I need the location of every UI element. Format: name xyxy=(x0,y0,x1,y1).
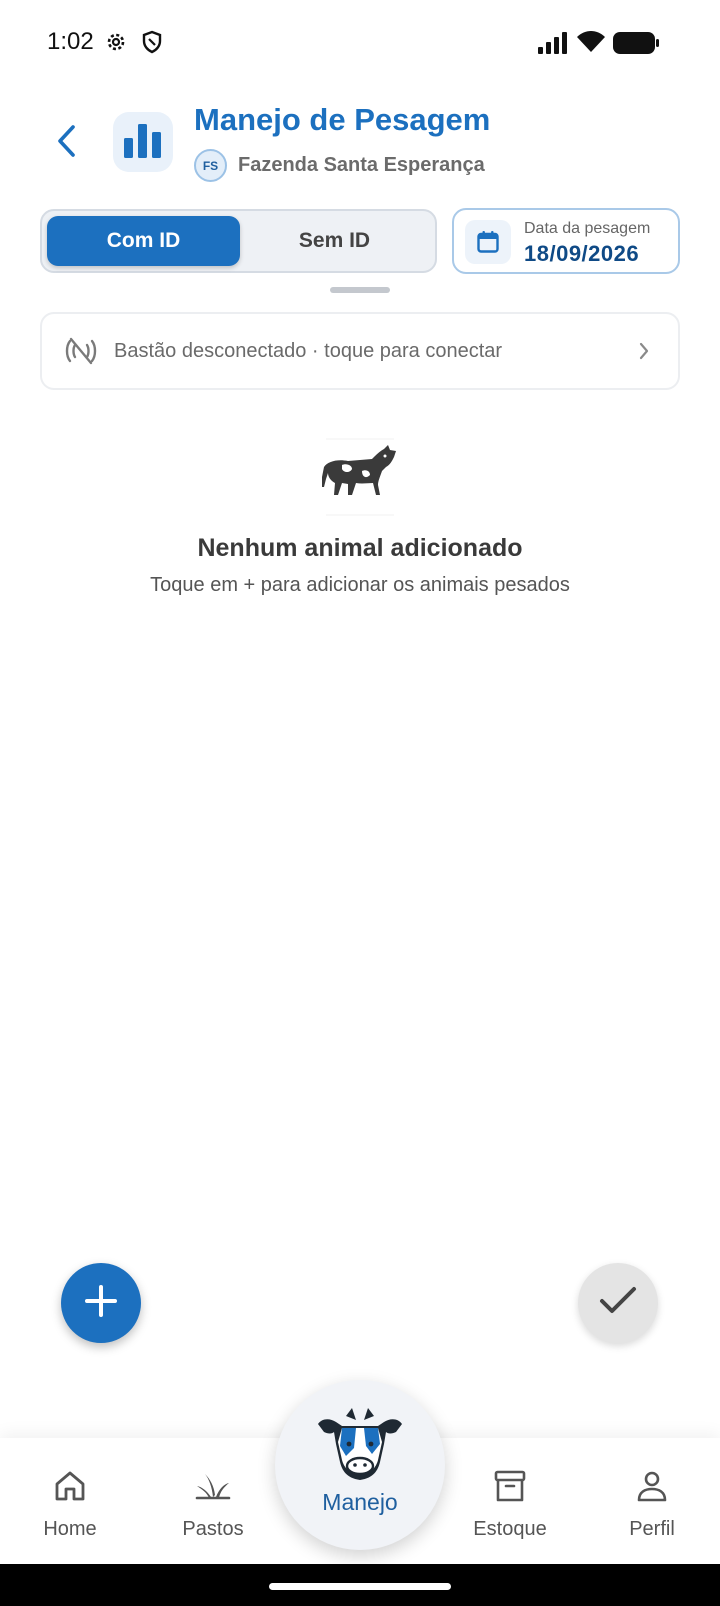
nav-label-pastos: Pastos xyxy=(182,1518,244,1540)
farm-name: Fazenda Santa Esperança xyxy=(238,154,485,176)
page-title: Manejo de Pesagem xyxy=(194,102,491,137)
wifi-icon xyxy=(576,30,606,59)
screen: 1:02 Manejo de Pesagem FS Fazenda Santa … xyxy=(0,0,720,1606)
weighing-date-picker[interactable]: Data da pesagem 18/09/2026 xyxy=(452,208,680,274)
empty-state-title: Nenhum animal adicionado xyxy=(197,534,523,562)
bar-chart-icon xyxy=(123,122,163,163)
home-indicator[interactable] xyxy=(269,1583,451,1590)
gear-icon xyxy=(104,30,128,59)
status-time: 1:02 xyxy=(47,28,94,55)
shield-icon xyxy=(141,30,163,59)
person-icon xyxy=(632,1466,672,1506)
farm-avatar: FS xyxy=(194,149,227,182)
nav-label-perfil: Perfil xyxy=(629,1518,675,1540)
nav-label-estoque: Estoque xyxy=(473,1518,547,1540)
chevron-right-icon xyxy=(634,341,654,361)
cow-head-icon xyxy=(318,1408,402,1480)
tab-sem-id[interactable]: Sem ID xyxy=(240,216,429,266)
date-label: Data da pesagem xyxy=(524,220,651,237)
signal-icon xyxy=(537,32,569,59)
nav-item-manejo[interactable]: Manejo xyxy=(275,1380,445,1550)
date-value: 18/09/2026 xyxy=(524,241,640,266)
nav-label-manejo: Manejo xyxy=(322,1489,398,1515)
drag-handle[interactable] xyxy=(330,287,390,293)
grass-icon xyxy=(193,1466,233,1506)
id-mode-toggle: Com ID Sem ID xyxy=(40,209,437,273)
nav-item-pastos[interactable]: Pastos xyxy=(172,1438,254,1564)
archive-icon xyxy=(490,1466,530,1506)
connection-status-text: Bastão desconectado · toque para conecta… xyxy=(114,339,503,362)
check-icon xyxy=(599,1286,637,1321)
nav-item-estoque[interactable]: Estoque xyxy=(462,1438,558,1564)
tab-com-id[interactable]: Com ID xyxy=(47,216,240,266)
chevron-left-icon xyxy=(55,124,77,163)
battery-icon xyxy=(612,31,660,60)
back-button[interactable] xyxy=(44,118,88,168)
nav-item-home[interactable]: Home xyxy=(29,1438,111,1564)
nav-label-home: Home xyxy=(43,1518,97,1540)
confirm-button[interactable] xyxy=(578,1263,658,1343)
plus-icon xyxy=(84,1284,118,1323)
empty-state-subtitle: Toque em + para adicionar os animais pes… xyxy=(150,574,570,596)
cow-icon xyxy=(318,437,402,517)
disconnected-icon xyxy=(64,334,98,368)
module-badge xyxy=(113,112,173,172)
farm-selector[interactable]: FS Fazenda Santa Esperança xyxy=(194,149,485,182)
status-bar: 1:02 xyxy=(0,0,720,88)
home-icon xyxy=(50,1466,90,1506)
add-animal-button[interactable] xyxy=(61,1263,141,1343)
nav-item-perfil[interactable]: Perfil xyxy=(611,1438,693,1564)
calendar-icon xyxy=(465,220,511,264)
scale-stick-connection[interactable]: Bastão desconectado · toque para conecta… xyxy=(40,312,680,390)
